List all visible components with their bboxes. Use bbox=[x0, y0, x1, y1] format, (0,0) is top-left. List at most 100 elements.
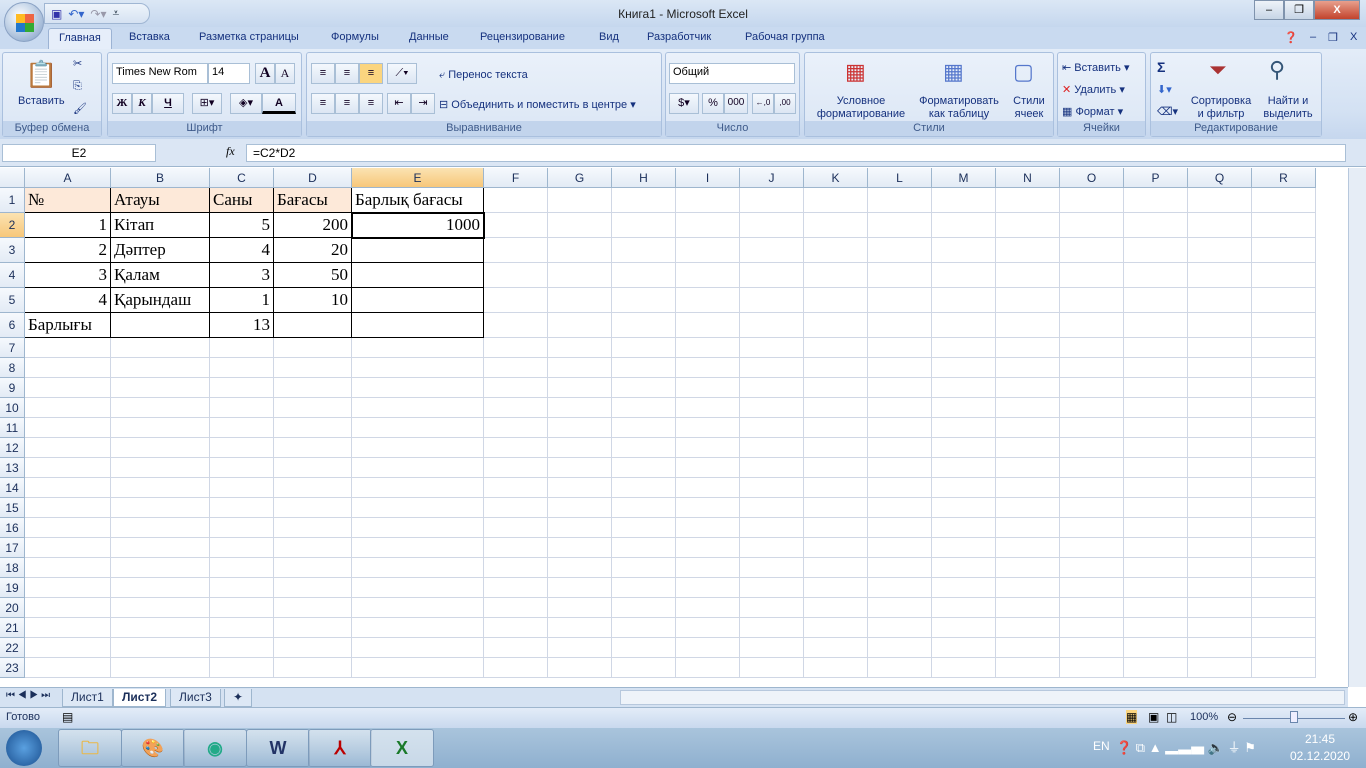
tab-8[interactable]: Рабочая группа bbox=[745, 31, 825, 43]
cell-J3[interactable] bbox=[740, 238, 804, 263]
cell-M16[interactable] bbox=[932, 518, 996, 538]
cell-E19[interactable] bbox=[352, 578, 484, 598]
tab-3[interactable]: Формулы bbox=[331, 31, 379, 43]
cell-R2[interactable] bbox=[1252, 213, 1316, 238]
cell-N3[interactable] bbox=[996, 238, 1060, 263]
cell-B9[interactable] bbox=[111, 378, 210, 398]
cell-A6[interactable]: Барлығы bbox=[25, 313, 111, 338]
cell-J23[interactable] bbox=[740, 658, 804, 678]
cell-E15[interactable] bbox=[352, 498, 484, 518]
cell-M2[interactable] bbox=[932, 213, 996, 238]
cell-Q13[interactable] bbox=[1188, 458, 1252, 478]
cell-F14[interactable] bbox=[484, 478, 548, 498]
cell-O20[interactable] bbox=[1060, 598, 1124, 618]
cell-R20[interactable] bbox=[1252, 598, 1316, 618]
cell-K22[interactable] bbox=[804, 638, 868, 658]
cell-H6[interactable] bbox=[612, 313, 676, 338]
cell-C18[interactable] bbox=[210, 558, 274, 578]
cell-C2[interactable]: 5 bbox=[210, 213, 274, 238]
cell-F6[interactable] bbox=[484, 313, 548, 338]
cell-P23[interactable] bbox=[1124, 658, 1188, 678]
cell-L8[interactable] bbox=[868, 358, 932, 378]
column-header[interactable]: C bbox=[210, 168, 274, 188]
fill-icon[interactable]: ⬇▾ bbox=[1157, 83, 1172, 96]
cell-N10[interactable] bbox=[996, 398, 1060, 418]
cell-O13[interactable] bbox=[1060, 458, 1124, 478]
cell-M1[interactable] bbox=[932, 188, 996, 213]
cell-P9[interactable] bbox=[1124, 378, 1188, 398]
cell-Q23[interactable] bbox=[1188, 658, 1252, 678]
cell-C10[interactable] bbox=[210, 398, 274, 418]
cell-G13[interactable] bbox=[548, 458, 612, 478]
cell-B12[interactable] bbox=[111, 438, 210, 458]
decrease-decimal-button[interactable]: ,00 bbox=[774, 93, 796, 114]
cell-I9[interactable] bbox=[676, 378, 740, 398]
cell-A15[interactable] bbox=[25, 498, 111, 518]
cell-J14[interactable] bbox=[740, 478, 804, 498]
cell-I8[interactable] bbox=[676, 358, 740, 378]
cell-D18[interactable] bbox=[274, 558, 352, 578]
cell-K20[interactable] bbox=[804, 598, 868, 618]
cell-Q7[interactable] bbox=[1188, 338, 1252, 358]
cell-O17[interactable] bbox=[1060, 538, 1124, 558]
cell-H3[interactable] bbox=[612, 238, 676, 263]
row-header[interactable]: 16 bbox=[0, 518, 25, 538]
cell-P15[interactable] bbox=[1124, 498, 1188, 518]
cell-O2[interactable] bbox=[1060, 213, 1124, 238]
row-header[interactable]: 18 bbox=[0, 558, 25, 578]
shrink-font-button[interactable]: A bbox=[275, 63, 295, 84]
page-layout-view-icon[interactable]: ▣ bbox=[1148, 710, 1159, 724]
cell-A2[interactable]: 1 bbox=[25, 213, 111, 238]
cell-R3[interactable] bbox=[1252, 238, 1316, 263]
currency-icon[interactable]: $▾ bbox=[669, 93, 699, 114]
cell-R17[interactable] bbox=[1252, 538, 1316, 558]
cell-R11[interactable] bbox=[1252, 418, 1316, 438]
cell-N14[interactable] bbox=[996, 478, 1060, 498]
column-header[interactable]: R bbox=[1252, 168, 1316, 188]
cell-L21[interactable] bbox=[868, 618, 932, 638]
cell-M18[interactable] bbox=[932, 558, 996, 578]
cell-A9[interactable] bbox=[25, 378, 111, 398]
cell-E13[interactable] bbox=[352, 458, 484, 478]
row-header[interactable]: 20 bbox=[0, 598, 25, 618]
cell-C12[interactable] bbox=[210, 438, 274, 458]
cell-N13[interactable] bbox=[996, 458, 1060, 478]
cell-K19[interactable] bbox=[804, 578, 868, 598]
cell-A21[interactable] bbox=[25, 618, 111, 638]
cell-R23[interactable] bbox=[1252, 658, 1316, 678]
cell-O22[interactable] bbox=[1060, 638, 1124, 658]
cell-A19[interactable] bbox=[25, 578, 111, 598]
cell-A7[interactable] bbox=[25, 338, 111, 358]
font-name-select[interactable]: Times New Rom bbox=[112, 63, 208, 84]
cell-B7[interactable] bbox=[111, 338, 210, 358]
cell-F4[interactable] bbox=[484, 263, 548, 288]
align-middle-icon[interactable]: ≡ bbox=[335, 63, 359, 84]
cell-E22[interactable] bbox=[352, 638, 484, 658]
cell-D19[interactable] bbox=[274, 578, 352, 598]
cell-J1[interactable] bbox=[740, 188, 804, 213]
cell-D11[interactable] bbox=[274, 418, 352, 438]
cell-L4[interactable] bbox=[868, 263, 932, 288]
cell-D12[interactable] bbox=[274, 438, 352, 458]
cell-P3[interactable] bbox=[1124, 238, 1188, 263]
cell-O8[interactable] bbox=[1060, 358, 1124, 378]
cell-I11[interactable] bbox=[676, 418, 740, 438]
cell-A5[interactable]: 4 bbox=[25, 288, 111, 313]
cell-M8[interactable] bbox=[932, 358, 996, 378]
insert-sheet-button[interactable]: ✦ bbox=[224, 689, 253, 707]
cell-J9[interactable] bbox=[740, 378, 804, 398]
row-header[interactable]: 11 bbox=[0, 418, 25, 438]
cell-L18[interactable] bbox=[868, 558, 932, 578]
cell-J5[interactable] bbox=[740, 288, 804, 313]
cell-B6[interactable] bbox=[111, 313, 210, 338]
cell-G20[interactable] bbox=[548, 598, 612, 618]
paste-button[interactable]: Вставить bbox=[18, 95, 65, 107]
close-button[interactable]: X bbox=[1314, 0, 1360, 20]
cell-J2[interactable] bbox=[740, 213, 804, 238]
paste-icon[interactable]: 📋 bbox=[25, 59, 57, 90]
cell-B2[interactable]: Кітап bbox=[111, 213, 210, 238]
start-button[interactable] bbox=[6, 730, 42, 766]
cell-D3[interactable]: 20 bbox=[274, 238, 352, 263]
cell-C20[interactable] bbox=[210, 598, 274, 618]
sheet-tab[interactable]: Лист2 bbox=[113, 689, 167, 707]
